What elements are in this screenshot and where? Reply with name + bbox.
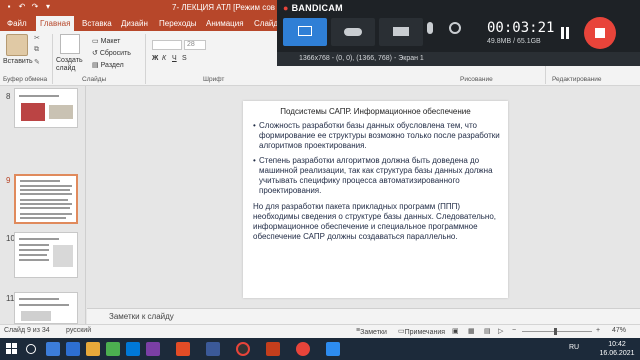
group-clipboard-label: Буфер обмена — [3, 76, 48, 83]
italic-icon[interactable]: К — [162, 55, 166, 62]
slide-thumbnail-11[interactable] — [14, 292, 78, 324]
tab-transitions[interactable]: Переходы — [155, 16, 201, 31]
hdmi-mode-icon[interactable] — [379, 18, 423, 46]
stop-record-button[interactable] — [584, 17, 616, 49]
capture-region-bar: 1366x768 - (0, 0), (1366, 768) - Экран 1 — [277, 52, 640, 66]
bandicam-logo: ● BANDICAM — [283, 3, 343, 13]
section-button[interactable]: ▤ Раздел — [92, 61, 124, 69]
edge-icon[interactable] — [66, 342, 80, 356]
paste-button[interactable]: Вставить — [3, 58, 33, 65]
underline-icon[interactable]: Ч — [172, 55, 177, 62]
slide-paragraph[interactable]: • Степень разработки алгоритмов должна б… — [253, 156, 503, 196]
undo-icon[interactable]: ↶ — [17, 2, 27, 12]
slideshow-view-icon[interactable]: ▷ — [498, 327, 503, 335]
store-icon[interactable] — [126, 342, 140, 356]
slide-title[interactable]: Подсистемы САПР. Информационное обеспече… — [243, 107, 508, 116]
paragraph-text: Сложность разработки базы данных обуслов… — [259, 121, 500, 150]
tab-file[interactable]: Файл — [3, 16, 31, 31]
layout-button[interactable]: ▭ Макет — [92, 37, 120, 45]
status-bar: Слайд 9 из 34 русский ≡ Заметки ▭ Примеч… — [0, 324, 640, 338]
explorer-icon[interactable] — [86, 342, 100, 356]
slide[interactable]: Подсистемы САПР. Информационное обеспече… — [243, 101, 508, 298]
pause-icon[interactable] — [561, 27, 569, 39]
thumbnail-number: 8 — [6, 92, 11, 101]
divider — [52, 34, 53, 84]
start-icon[interactable] — [6, 343, 18, 355]
slide-paragraph[interactable]: • Сложность разработки базы данных обусл… — [253, 121, 503, 151]
powerpoint-icon[interactable] — [266, 342, 280, 356]
zoom-level[interactable]: 47% — [612, 327, 626, 334]
paragraph-text: Степень разработки алгоритмов должна быт… — [259, 156, 493, 195]
search-icon[interactable] — [26, 344, 36, 354]
file-size: 49.8MB / 65.1GB — [487, 38, 541, 45]
slide-counter: Слайд 9 из 34 — [4, 327, 50, 334]
sorter-view-icon[interactable]: ▦ — [468, 327, 475, 335]
tab-home[interactable]: Главная — [36, 16, 75, 31]
new-slide-button[interactable]: Создать слайд — [56, 57, 90, 73]
zoom-in-icon[interactable]: + — [596, 327, 600, 334]
zoom-slider-thumb[interactable] — [554, 328, 557, 335]
comments-toggle[interactable]: ▭ Примечания — [398, 327, 445, 336]
bold-icon[interactable]: Ж — [152, 55, 158, 62]
microphone-icon[interactable] — [427, 22, 433, 34]
language-indicator[interactable]: русский — [66, 327, 91, 334]
group-editing-label: Редактирование — [552, 76, 602, 83]
clock[interactable]: 10:42 16.06.2021 — [596, 340, 638, 358]
slide-paragraph[interactable]: Но для разработки пакета прикладных прог… — [253, 202, 497, 242]
recording-timer: 00:03:21 — [487, 20, 555, 36]
slide-thumbnail-9[interactable] — [14, 174, 78, 224]
group-drawing-label: Рисование — [460, 76, 493, 83]
chrome-icon[interactable] — [106, 342, 120, 356]
telegram-icon[interactable] — [326, 342, 340, 356]
paragraph-text: Но для разработки пакета прикладных прог… — [253, 202, 496, 241]
capture-region-text: 1366x768 - (0, 0), (1366, 768) - Экран 1 — [299, 55, 424, 62]
customize-qat-icon[interactable]: ▾ — [43, 2, 53, 12]
new-slide-icon[interactable] — [60, 34, 80, 54]
group-slides-label: Слайды — [82, 76, 107, 83]
font-size-box[interactable]: 28 — [184, 40, 206, 50]
taskbar: RU 10:42 16.06.2021 — [0, 338, 640, 360]
reset-button[interactable]: ↺ Сбросить — [92, 49, 131, 57]
notes-toggle[interactable]: ≡ Заметки — [356, 327, 387, 336]
shadow-icon[interactable]: S — [182, 55, 187, 62]
bandicam-window: ● BANDICAM 00:03:21 49.8MB / 65.1GB 1366… — [277, 0, 640, 66]
slide-thumbnail-10[interactable] — [14, 232, 78, 278]
language-indicator[interactable]: RU — [569, 344, 579, 351]
thumbnail-number: 9 — [6, 176, 11, 185]
app-icon[interactable] — [146, 342, 160, 356]
zoom-slider[interactable] — [522, 328, 592, 335]
copy-icon[interactable]: ⧉ — [34, 46, 39, 54]
zoom-out-icon[interactable]: − — [512, 327, 516, 334]
tab-design[interactable]: Дизайн — [117, 16, 152, 31]
reading-view-icon[interactable]: ▤ — [484, 327, 491, 335]
notes-pane[interactable]: Заметки к слайду — [87, 308, 640, 324]
font-name-box[interactable] — [152, 40, 182, 50]
bandicam-taskbar-icon[interactable] — [236, 342, 250, 356]
record-icon[interactable] — [296, 342, 310, 356]
taskview-icon[interactable] — [46, 342, 60, 356]
format-painter-icon[interactable]: ✎ — [34, 58, 40, 66]
slide-thumbnail-8[interactable] — [14, 88, 78, 128]
cut-icon[interactable]: ✂ — [34, 34, 40, 42]
paste-icon[interactable] — [6, 34, 28, 56]
word-icon[interactable] — [206, 342, 220, 356]
app-icon[interactable] — [176, 342, 190, 356]
divider — [145, 34, 146, 84]
notes-placeholder: Заметки к слайду — [109, 312, 174, 321]
slide-thumbnails-pane: 8 9 10 11 — [0, 86, 86, 324]
stop-icon — [595, 28, 605, 38]
tab-insert[interactable]: Вставка — [78, 16, 116, 31]
bullet: • — [253, 156, 256, 165]
webcam-icon[interactable] — [449, 22, 461, 34]
game-mode-icon[interactable] — [331, 18, 375, 46]
group-font-label: Шрифт — [203, 76, 225, 83]
tab-animation[interactable]: Анимация — [202, 16, 248, 31]
screen-mode-icon[interactable] — [283, 18, 327, 46]
window-title: 7- ЛЕКЦИЯ АТЛ [Режим сов — [172, 3, 276, 12]
bullet: • — [253, 121, 256, 130]
normal-view-icon[interactable]: ▣ — [452, 327, 459, 335]
redo-icon[interactable]: ↷ — [30, 2, 40, 12]
save-icon[interactable]: ▪ — [4, 2, 14, 12]
